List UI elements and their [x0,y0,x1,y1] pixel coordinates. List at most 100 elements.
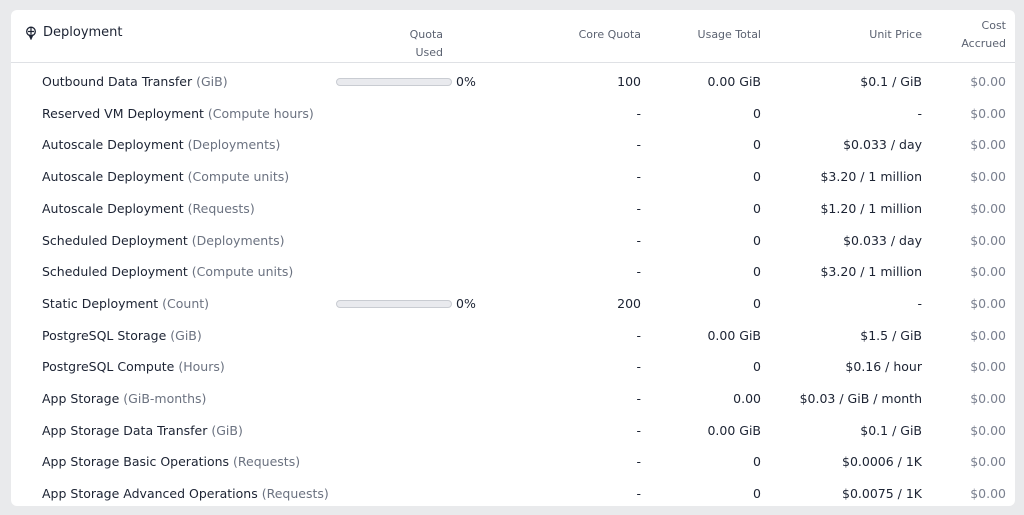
resource-label: Scheduled Deployment [42,264,188,280]
core-quota-value: - [636,169,641,185]
cost-accrued-value: $0.00 [970,200,1006,216]
usage-total-value: 0 [753,486,761,502]
table-row: App Storage (GiB-months) - 0.00 $0.03 / GiB… [11,383,1015,415]
resource-unit: (Requests) [187,200,255,216]
core-quota-value: - [636,232,641,248]
resource-unit: (Deployments) [187,137,281,153]
cost-accrued-value: $0.00 [970,74,1006,89]
core-quota-value: - [636,264,641,280]
table-row: App Storage Data Transfer (GiB) - 0.00 GiB… [11,415,1015,447]
row-resource-name: Autoscale Deployment (Requests) [42,193,255,225]
row-resource-name: App Storage Advanced Operations (Request… [42,478,329,510]
resource-unit: (Requests) [261,486,329,502]
resource-unit: (GiB) [170,327,202,343]
core-quota-value: - [636,486,641,502]
unit-price-value: $3.20 / 1 million [820,169,922,185]
usage-total-value: 0 [753,264,761,280]
unit-price-value: - [917,295,922,311]
section-title-text: Deployment [43,25,123,40]
unit-price-value: $1.20 / 1 million [820,200,922,216]
core-quota-value: - [636,200,641,216]
cost-accrued-value: $0.00 [970,454,1006,470]
cost-accrued-label-line2: Accrued [961,37,1006,50]
row-resource-name: App Storage Data Transfer (GiB) [42,415,243,447]
unit-price-value: $1.5 / GiB [860,327,922,343]
cost-accrued-value: $0.00 [970,105,1006,121]
unit-price-value: - [917,105,922,121]
row-resource-name: Autoscale Deployment (Compute units) [42,161,289,193]
resource-label: Autoscale Deployment [42,169,184,185]
usage-total-value: 0 [753,105,761,121]
resource-unit: (Requests) [233,454,301,470]
row-resource-name: PostgreSQL Storage (GiB) [42,320,202,352]
cost-accrued-value: $0.00 [970,391,1006,406]
resource-unit: (Hours) [178,359,225,375]
usage-total-value: 0.00 [733,391,761,406]
cost-accrued-value: $0.00 [970,295,1006,311]
resource-unit: (Compute units) [187,169,290,185]
row-resource-name: App Storage (GiB-months) [42,383,206,415]
table-row: App Storage Advanced Operations (Request… [11,478,1015,510]
table-row: Scheduled Deployment (Deployments) - 0 $0.0… [11,225,1015,257]
table-row: Scheduled Deployment (Compute units) - 0 $3… [11,256,1015,288]
quota-percent: 0% [456,74,476,89]
resource-unit: (Compute units) [191,264,294,280]
resource-unit: (Compute hours) [207,105,314,121]
usage-total-value: 0 [753,295,761,311]
unit-price-value: $0.033 / day [843,137,922,153]
cost-accrued-value: $0.00 [970,359,1006,375]
usage-total-value: 0 [753,169,761,185]
resource-label: App Storage Basic Operations [42,454,230,470]
core-quota-value: - [636,454,641,470]
unit-price-value: $0.1 / GiB [860,422,922,438]
resource-unit: (GiB) [196,74,228,89]
unit-price-value: $0.16 / hour [845,359,922,375]
column-header-unit-price: Unit Price [869,28,922,41]
deployment-icon [24,26,38,40]
usage-total-value: 0.00 GiB [707,422,761,438]
unit-price-value: $0.1 / GiB [860,74,922,89]
cost-accrued-value: $0.00 [970,327,1006,343]
column-header-core-quota: Core Quota [578,28,641,41]
deployment-usage-card: Deployment Quota Used Core Quota Usage T… [11,10,1015,506]
row-resource-name: Scheduled Deployment (Deployments) [42,225,285,257]
usage-total-value: 0 [753,359,761,375]
section-title: Deployment [24,25,123,40]
resource-unit: (GiB-months) [123,391,207,406]
unit-price-value: $0.03 / GiB / month [799,391,922,406]
unit-price-value: $0.0075 / 1K [842,486,922,502]
resource-label: Reserved VM Deployment [42,105,204,121]
core-quota-value: - [636,137,641,153]
resource-unit: (Deployments) [191,232,285,248]
table-row: Reserved VM Deployment (Compute hours) - 0… [11,98,1015,130]
table-row: PostgreSQL Compute (Hours) - 0 $0.16 / hour… [11,351,1015,383]
cost-accrued-value: $0.00 [970,232,1006,248]
quota-progress-bar [336,299,452,308]
column-header-quota-used: Quota Used [409,28,443,59]
table-header: Deployment Quota Used Core Quota Usage T… [11,10,1015,63]
resource-label: Autoscale Deployment [42,200,184,216]
resource-unit: (Count) [162,295,210,311]
usage-total-value: 0.00 GiB [707,74,761,89]
resource-label: Autoscale Deployment [42,137,184,153]
table-row: Outbound Data Transfer (GiB) 0% 100 0.00 Gi… [11,66,1015,98]
table-row: Autoscale Deployment (Deployments) - 0 $0.0… [11,129,1015,161]
usage-total-value: 0 [753,454,761,470]
cost-accrued-value: $0.00 [970,169,1006,185]
resource-label: App Storage Data Transfer [42,422,208,438]
column-header-usage-total: Usage Total [697,28,761,41]
usage-total-value: 0 [753,137,761,153]
table-row: Autoscale Deployment (Compute units) - 0 $3… [11,161,1015,193]
unit-price-value: $0.0006 / 1K [842,454,922,470]
core-quota-value: - [636,359,641,375]
usage-total-value: 0 [753,232,761,248]
unit-price-value: $3.20 / 1 million [820,264,922,280]
table-row: Static Deployment (Count) 0% 200 0 - $0.00 [11,288,1015,320]
quota-progress-bar [336,78,452,86]
usage-total-value: 0 [753,200,761,216]
resource-label: PostgreSQL Compute [42,359,175,375]
core-quota-value: - [636,105,641,121]
table-row: App Storage Basic Operations (Requests) -… [11,446,1015,478]
core-quota-value: 100 [617,74,641,89]
column-header-cost-accrued: Cost Accrued [926,17,1006,53]
